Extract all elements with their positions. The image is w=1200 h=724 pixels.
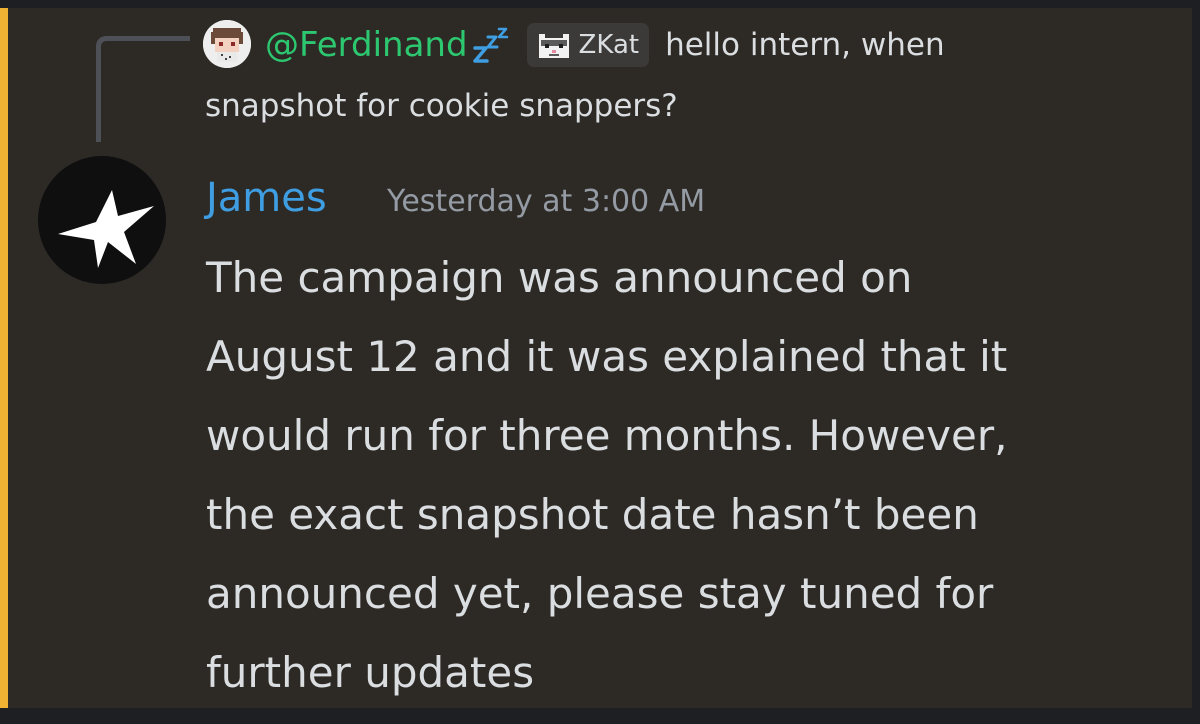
message-content: The campaign was announced on August 12 … [206, 253, 1008, 697]
reply-preview[interactable]: @Ferdinand ZKat hello intern, when [265, 14, 945, 76]
reply-avatar[interactable] [203, 20, 251, 68]
reply-username[interactable]: @Ferdinand [265, 25, 468, 65]
sparkle-icon [58, 190, 154, 268]
message-timestamp[interactable]: Yesterday at 3:00 AM [387, 180, 705, 224]
reply-spine [96, 36, 190, 142]
pixel-cat-icon [538, 34, 569, 58]
pixel-character-icon [203, 20, 251, 68]
guild-tag[interactable]: ZKat [526, 23, 650, 67]
reply-text-continued: snapshot for cookie snappers? [205, 88, 678, 124]
author-avatar[interactable] [38, 156, 166, 284]
guild-tag-label: ZKat [578, 30, 640, 60]
reply-text: hello intern, when [665, 27, 945, 63]
zzz-sleep-icon [472, 27, 508, 63]
mention-highlight-bar [0, 8, 8, 708]
author-name[interactable]: James [206, 170, 327, 226]
